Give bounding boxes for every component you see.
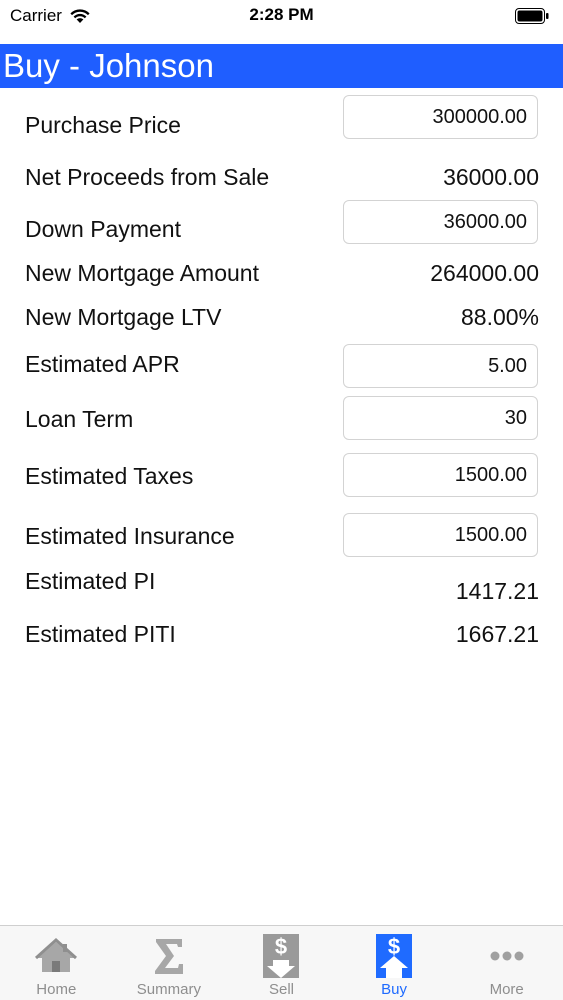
- estimated-apr-input[interactable]: [343, 344, 538, 388]
- status-time: 2:28 PM: [249, 5, 314, 24]
- tab-home-label: Home: [36, 981, 77, 998]
- estimated-pi-label: Estimated PI: [25, 568, 156, 594]
- home-icon: [35, 937, 78, 972]
- estimated-insurance-label: Estimated Insurance: [25, 523, 235, 549]
- net-proceeds-label: Net Proceeds from Sale: [25, 164, 270, 190]
- new-mortgage-amount-label: New Mortgage Amount: [25, 260, 259, 286]
- tab-home[interactable]: Home: [0, 926, 113, 1000]
- estimated-piti-value: 1667.21: [455, 621, 539, 647]
- dollar-up-arrow-icon: $: [376, 934, 413, 978]
- tab-sell[interactable]: $ Sell: [225, 926, 338, 1000]
- tab-buy-label: Buy: [381, 981, 407, 998]
- dollar-down-arrow-icon: $: [263, 934, 300, 978]
- tab-bar: Home Summary $ Sell $ Buy More: [0, 925, 563, 1000]
- estimated-pi-value: 1417.21: [455, 578, 539, 604]
- net-proceeds-value: 36000.00: [443, 164, 539, 190]
- down-payment-label: Down Payment: [25, 216, 181, 242]
- tab-more[interactable]: More: [450, 926, 563, 1000]
- tab-summary[interactable]: Summary: [113, 926, 226, 1000]
- title-bar: Buy - Johnson: [0, 44, 563, 88]
- estimated-apr-label: Estimated APR: [25, 351, 180, 377]
- more-dots-icon: [490, 951, 524, 961]
- purchase-price-label: Purchase Price: [25, 112, 181, 138]
- tab-more-label: More: [489, 981, 524, 998]
- svg-text:$: $: [275, 934, 287, 959]
- page-title: Buy - Johnson: [3, 47, 214, 84]
- sigma-icon: [154, 939, 183, 974]
- estimated-insurance-input[interactable]: [343, 513, 538, 557]
- estimated-taxes-label: Estimated Taxes: [25, 463, 194, 489]
- tab-summary-label: Summary: [136, 981, 201, 998]
- down-payment-input[interactable]: [343, 200, 538, 244]
- new-mortgage-ltv-value: 88.00%: [460, 304, 539, 330]
- purchase-price-input[interactable]: [343, 95, 538, 139]
- battery-icon: [515, 8, 549, 24]
- tab-buy[interactable]: $ Buy: [338, 926, 451, 1000]
- estimated-taxes-input[interactable]: [343, 453, 538, 497]
- tab-sell-label: Sell: [268, 981, 294, 998]
- new-mortgage-amount-value: 264000.00: [430, 260, 539, 286]
- loan-term-label: Loan Term: [25, 406, 134, 432]
- status-bar: Carrier 2:28 PM: [0, 0, 563, 44]
- new-mortgage-ltv-label: New Mortgage LTV: [25, 304, 222, 330]
- svg-text:$: $: [388, 934, 400, 959]
- loan-term-input[interactable]: [343, 396, 538, 440]
- estimated-piti-label: Estimated PITI: [25, 621, 176, 647]
